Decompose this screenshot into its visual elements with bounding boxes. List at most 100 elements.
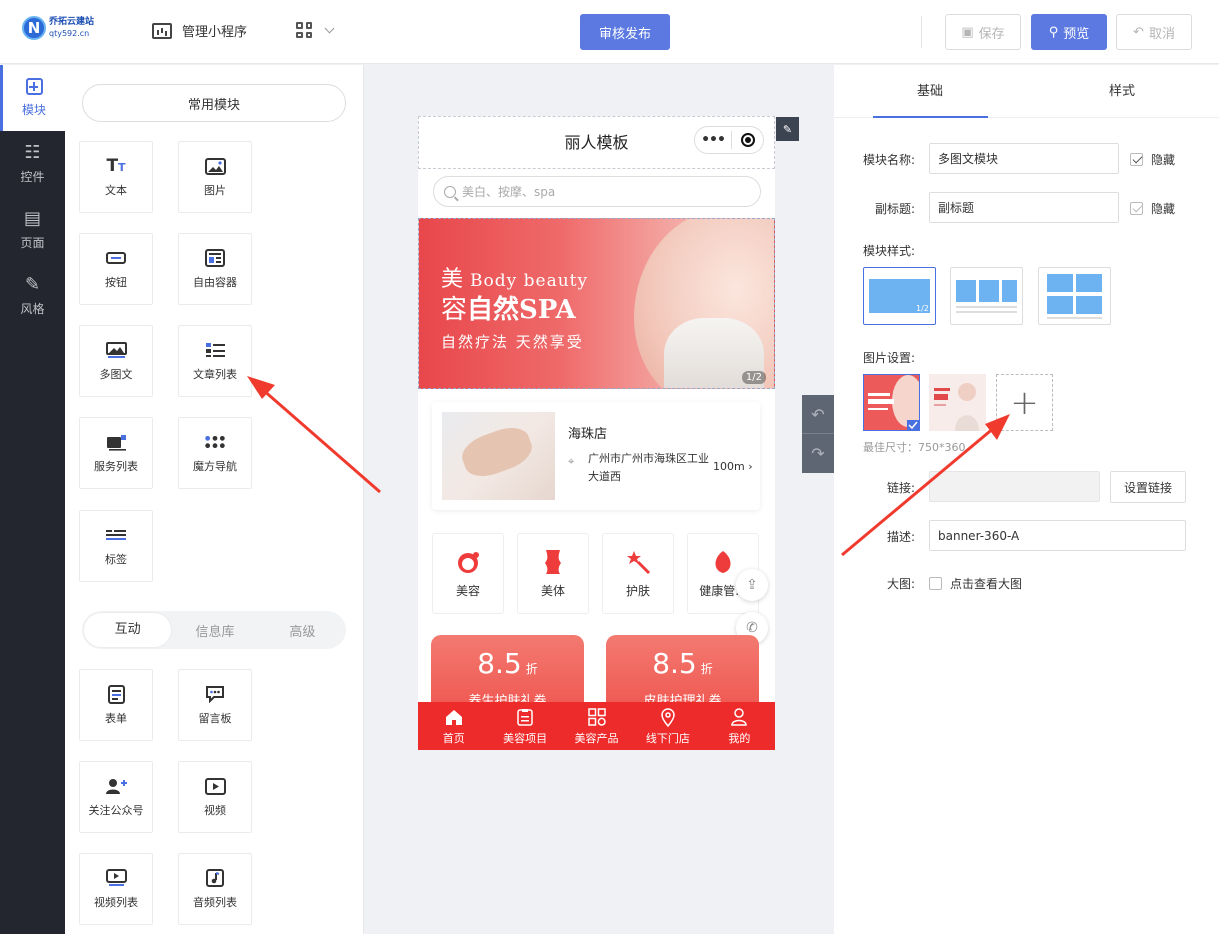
subtitle-input[interactable]: 副标题 (929, 192, 1119, 223)
settings-tabs: 基础 样式 (834, 65, 1219, 118)
nav-item-pages[interactable]: ▤ 页面 (0, 197, 65, 263)
service-list-icon (105, 432, 127, 452)
module-video[interactable]: 视频 (178, 761, 252, 833)
banner-pager: 1/2 (741, 371, 766, 384)
tabbar-label: 首页 (442, 732, 465, 745)
tabbar-home[interactable]: 首页 (418, 702, 489, 750)
module-style-label: 模块样式: (863, 244, 916, 258)
location-pin-icon: ⌖ (568, 455, 575, 468)
tab-interactive[interactable]: 互动 (84, 613, 172, 647)
module-message-board[interactable]: 留言板 (178, 669, 252, 741)
tab-basic[interactable]: 基础 (834, 65, 1026, 117)
tabbar-label: 我的 (728, 732, 751, 745)
hide-subtitle-checkbox[interactable]: 隐藏 (1130, 200, 1175, 217)
nav-item-modules[interactable]: 模块 (0, 65, 65, 131)
search-placeholder: 美白、按摩、spa (462, 185, 556, 199)
module-service-list[interactable]: 服务列表 (79, 417, 153, 489)
module-name-input[interactable]: 多图文模块 (929, 143, 1119, 174)
bar-chart-icon (152, 22, 172, 39)
miniapp-capsule: ••• (694, 126, 764, 154)
phone-icon: ✆ (746, 620, 758, 636)
tab-advanced[interactable]: 高级 (259, 621, 346, 640)
module-article-list[interactable]: 文章列表 (178, 325, 252, 397)
category-body[interactable]: 美体 (517, 533, 589, 614)
brand-logo[interactable]: N 乔拓云建站 qty592.cn (22, 16, 94, 40)
logo-mark-icon: N (22, 16, 46, 40)
pages-icon: ▤ (23, 207, 41, 229)
multi-image-icon (105, 340, 127, 360)
hide-title-checkbox[interactable]: 隐藏 (1130, 151, 1175, 168)
tab-info-library[interactable]: 信息库 (171, 621, 258, 640)
search-icon (444, 185, 456, 198)
tabbar-beauty-items[interactable]: 美容项目 (489, 702, 560, 750)
phone-header[interactable]: 丽人模板 ••• (418, 116, 775, 169)
image-thumbnail-selected[interactable] (863, 374, 920, 431)
banner-module[interactable]: 美 Body beauty 容自然SPA 自然疗法 天然享受 1/2 (418, 218, 775, 389)
phone-search-bar[interactable]: 美白、按摩、spa (433, 176, 761, 207)
module-video-list[interactable]: 视频列表 (79, 853, 153, 925)
save-button[interactable]: ▣ 保存 (945, 14, 1021, 50)
tabbar-beauty-products[interactable]: 美容产品 (561, 702, 632, 750)
module-button[interactable]: 按钮 (79, 233, 153, 305)
nav-item-controls[interactable]: ☷ 控件 (0, 131, 65, 197)
nav-item-style[interactable]: ✎ 风格 (0, 263, 65, 329)
pencil-icon: ✎ (782, 122, 793, 136)
publish-button[interactable]: 审核发布 (580, 14, 670, 50)
app-switcher-dropdown[interactable] (296, 22, 335, 38)
undo-button[interactable]: ↶ (802, 395, 834, 433)
preview-button[interactable]: ⚲ 预览 (1031, 14, 1107, 50)
divider (921, 16, 922, 48)
chevron-down-icon (324, 23, 335, 33)
category-skincare[interactable]: 护肤 (602, 533, 674, 614)
style-option-three-column[interactable] (950, 267, 1023, 325)
module-tag[interactable]: 标签 (79, 510, 153, 582)
music-note-icon (204, 868, 226, 888)
module-audio-list[interactable]: 音频列表 (178, 853, 252, 925)
big-image-label: 大图: (887, 577, 916, 591)
tab-style[interactable]: 样式 (1026, 65, 1218, 117)
message-board-icon (204, 684, 226, 704)
edit-page-button[interactable]: ✎ (776, 117, 799, 141)
cancel-button[interactable]: ↶ 取消 (1116, 14, 1192, 50)
nav-item-label: 控件 (20, 169, 45, 184)
module-text[interactable]: TT 文本 (79, 141, 153, 213)
phone-tab-bar: 首页 美容项目 美容产品 线下门店 我的 (418, 702, 775, 750)
redo-button[interactable]: ↷ (802, 434, 834, 472)
style-option-grid[interactable] (1038, 267, 1111, 325)
image-thumbnail[interactable] (929, 374, 986, 431)
share-icon: ⇪ (746, 577, 758, 593)
active-tab-indicator (873, 116, 988, 118)
svg-text:1/2: 1/2 (916, 304, 929, 313)
add-image-button[interactable]: + (996, 374, 1053, 431)
module-form[interactable]: 表单 (79, 669, 153, 741)
big-image-checkbox[interactable]: 点击查看大图 (929, 575, 1022, 592)
manage-miniapp-button[interactable]: 管理小程序 (152, 21, 247, 40)
description-label: 描述: (887, 530, 916, 544)
module-multi-image-text[interactable]: 多图文 (79, 325, 153, 397)
coupon-card[interactable]: 8.5折 皮肤护理礼券 (606, 635, 759, 709)
coupon-card[interactable]: 8.5折 养生护肤礼券 (431, 635, 584, 709)
module-image[interactable]: 图片 (178, 141, 252, 213)
tabbar-offline-stores[interactable]: 线下门店 (632, 702, 703, 750)
set-link-button[interactable]: 设置链接 (1110, 471, 1186, 503)
checkbox-checked-icon (1130, 153, 1143, 166)
store-card[interactable]: 海珠店 ⌖ 广州市广州市海珠区工业大道西 100m › (432, 402, 760, 510)
module-free-container[interactable]: 自由容器 (178, 233, 252, 305)
link-label: 链接: (887, 481, 916, 495)
link-input[interactable] (929, 471, 1100, 502)
undo-icon: ↶ (1133, 24, 1144, 40)
style-option-single[interactable]: 1/2 (863, 267, 936, 325)
tabbar-mine[interactable]: 我的 (704, 702, 775, 750)
save-icon: ▣ (961, 24, 974, 40)
description-input[interactable]: banner-360-A (929, 520, 1186, 551)
share-button[interactable]: ⇪ (736, 569, 768, 601)
tabbar-label: 线下门店 (645, 732, 690, 745)
module-cube-nav[interactable]: 魔方导航 (178, 417, 252, 489)
common-modules-header[interactable]: 常用模块 (82, 84, 346, 122)
coupon-value: 8.5 (477, 647, 522, 680)
magic-wand-icon: ✎ (24, 273, 41, 295)
grid-icon (587, 707, 607, 727)
module-follow-official-account[interactable]: 关注公众号 (79, 761, 153, 833)
module-label: 自由容器 (193, 276, 237, 289)
category-beauty[interactable]: 美容 (432, 533, 504, 614)
